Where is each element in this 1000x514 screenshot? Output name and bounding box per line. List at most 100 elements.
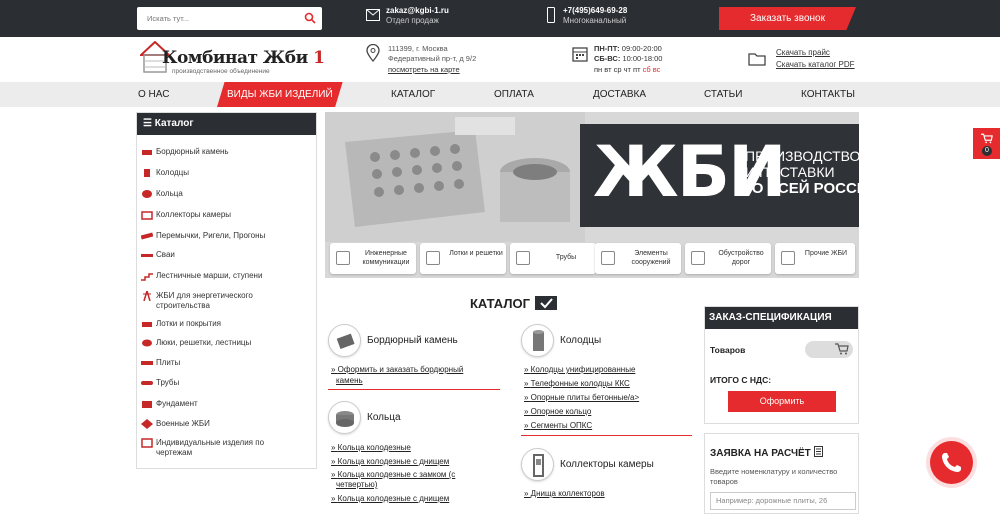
email-caption: Отдел продаж [386,16,439,25]
blueprint-icon [141,438,153,448]
link-kolodcy-2[interactable]: » Телефонные колодцы ККС [524,379,630,389]
section-title-bordur: Бордюрный камень [367,335,458,346]
banner-btn-other[interactable]: Прочие ЖБИ [775,243,855,274]
schedule-days: пн вт ср чт пт сб вс [594,65,661,74]
banner-btn-pipes[interactable]: Трубы [510,243,596,274]
cart-icon [835,343,849,355]
military-icon [141,419,153,429]
request-title: ЗАЯВКА НА РАСЧЁТ [710,446,823,459]
email-link[interactable]: zakaz@kgbi-1.ru [386,6,449,15]
link-kolca-4[interactable]: » Кольца колодезные с днищем [331,494,449,504]
ring-icon [328,401,361,434]
sidebar-catalog: ☰ Каталог Бордюрный камень Колодцы Кольц… [136,112,317,469]
link-bordur-order-cont[interactable]: камень [336,376,363,386]
cart-toggle[interactable] [805,341,853,358]
road-icon [691,251,705,265]
stairs-icon [141,271,153,281]
nav-contacts[interactable]: КОНТАКТЫ [801,82,855,107]
banner-btn-roads[interactable]: Обустройство дорог [685,243,771,274]
address-line2: Федеративный пр-т, д 9/2 [388,54,477,63]
tray-icon [141,319,153,329]
phone-icon [547,7,555,23]
power-tower-icon [141,288,153,302]
pipe-icon [516,251,530,265]
schedule-weekdays: ПН-ПТ: 09:00-20:00 [594,44,662,53]
nav-delivery[interactable]: ДОСТАВКА [593,82,646,107]
side-cart-button[interactable]: 0 [973,128,1000,159]
map-link[interactable]: посмотреть на карте [388,65,460,74]
schedule-weekend: СБ-ВС: 10:00-18:00 [594,54,663,63]
well-icon [141,168,153,178]
curb-icon [141,147,153,157]
nav-about[interactable]: О НАС [138,82,169,107]
cart-count-badge: 0 [982,146,992,156]
divider [328,389,500,390]
request-text: Введите номенклатуру и количество товаро… [710,467,838,486]
search-input[interactable] [137,7,287,30]
call-fab-button[interactable] [930,441,973,484]
catalog-heading: КАТАЛОГ [470,296,530,311]
order-total-label: ИТОГО С НДС: [710,375,772,385]
beam-icon [140,231,154,241]
nav-articles[interactable]: СТАТЬИ [704,82,742,107]
banner-btn-structures[interactable]: Элементы сооружений [595,243,681,274]
grate-icon [426,251,440,265]
link-kolca-3-cont[interactable]: четвертью) [336,480,377,490]
hatch-icon [141,338,153,348]
download-catalog-link[interactable]: Скачать каталог PDF [776,60,855,69]
banner-btn-trays[interactable]: Лотки и решетки [420,243,506,274]
checkout-button[interactable]: Оформить [728,391,836,412]
collector-chamber-icon [521,448,554,481]
pile-icon [141,250,153,260]
section-title-kolca: Кольца [367,412,401,423]
logo-subtitle: производственное объединение [172,68,270,75]
link-kollektory-1[interactable]: » Днища коллекторов [524,489,605,499]
hero-banner[interactable]: ЖБИ ПРОИЗВОДСТВО И ПОСТАВКИ ПО ВСЕЙ РОСС… [325,112,859,278]
search-icon[interactable] [304,12,316,24]
order-spec-title: ЗАКАЗ-СПЕЦИФИКАЦИЯ [705,307,858,329]
foundation-icon [141,399,153,409]
banner-subtitle-3: ПО ВСЕЙ РОССИИ [741,180,859,197]
search-box[interactable] [137,7,322,30]
link-kolodcy-3[interactable]: » Опорные плиты бетонные/а> [524,393,639,403]
banner-subtitle-1: ПРОИЗВОДСТВО [745,148,859,164]
pipe-icon [141,378,153,388]
link-kolodcy-4[interactable]: » Опорное кольцо [524,407,591,417]
section-title-kollektory: Коллекторы камеры [560,459,654,470]
request-panel: ЗАЯВКА НА РАСЧЁТ Введите номенклатуру и … [704,433,859,514]
mail-icon [366,9,380,21]
concrete-products-image [325,112,585,242]
banner-btn-engineering[interactable]: Инженерные коммуникации [330,243,416,274]
blocks-icon [781,251,795,265]
link-kolca-3[interactable]: » Кольца колодезные с замком (с [331,470,455,480]
link-kolca-1[interactable]: » Кольца колодезные [331,443,411,453]
phone-link[interactable]: +7(495)649-69-28 [563,6,627,15]
box-icon [336,251,350,265]
phone-icon [942,453,961,472]
slab-icon [141,358,153,368]
link-kolodcy-5[interactable]: » Сегменты ОПКС [524,421,592,431]
link-bordur-order[interactable]: » Оформить и заказать бордюрный [331,365,463,375]
sidebar-title: ☰ Каталог [137,113,316,135]
order-call-button[interactable]: Заказать звонок [719,7,856,30]
link-kolca-2[interactable]: » Кольца колодезные с днищем [331,457,449,467]
cart-icon [981,133,993,144]
location-pin-icon [366,44,380,62]
banner-subtitle-2: И ПОСТАВКИ [745,164,835,180]
download-price-link[interactable]: Скачать прайс [776,48,830,57]
well-icon [521,324,554,357]
request-input[interactable]: Например: дорожные плиты, 26 [710,492,856,510]
collector-icon [141,210,153,220]
nav-payment[interactable]: ОПЛАТА [494,82,534,107]
check-icon [535,296,557,310]
phone-caption: Многоканальный [563,16,627,25]
logo-title: Комбинат Жби 1 [162,48,325,68]
nav-types[interactable]: ВИДЫ ЖБИ ИЗДЕЛИЙ [217,82,343,107]
nav-catalog[interactable]: КАТАЛОГ [391,82,435,107]
document-icon [813,446,823,457]
order-items-label: Товаров [710,345,746,355]
link-kolodcy-1[interactable]: » Колодцы унифицированные [524,365,635,375]
arch-icon [601,251,615,265]
logo[interactable]: Комбинат Жби 1 производственное объедине… [140,41,325,79]
top-bar: zakaz@kgbi-1.ru Отдел продаж +7(495)649-… [0,0,1000,37]
